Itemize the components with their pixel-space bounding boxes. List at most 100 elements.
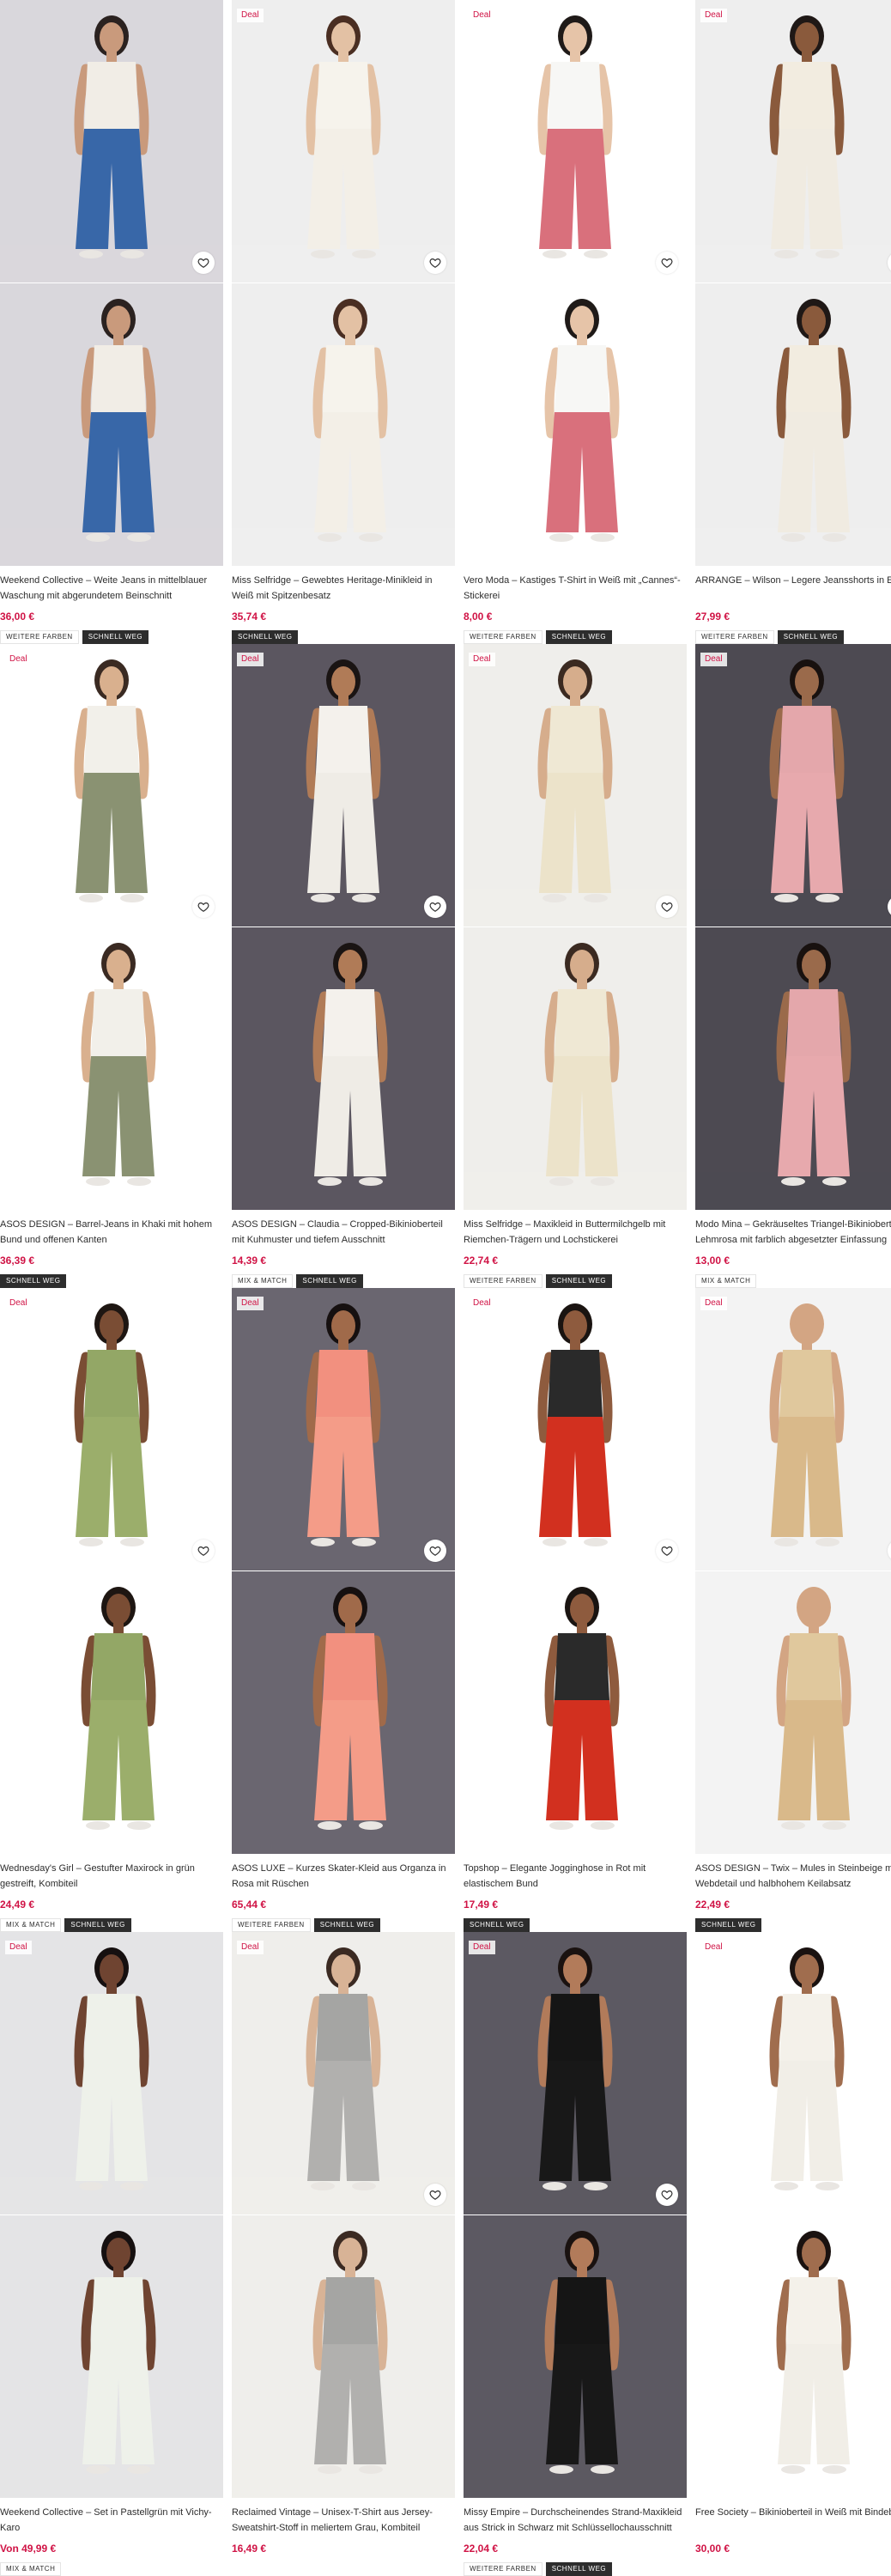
product-image[interactable]: Deal [695, 0, 891, 283]
product-image-alt[interactable] [695, 283, 891, 566]
product-card[interactable]: Deal Vero Moda – Kastiges T-Shirt in Weiß… [464, 0, 687, 644]
product-title[interactable]: Topshop – Elegante Jogginghose in Rot mi… [464, 1861, 687, 1892]
product-card[interactable]: Deal ARRANGE – Wilson – Legere Jeansshort… [695, 0, 891, 644]
selling-fast-badge: SCHNELL WEG [296, 1274, 363, 1288]
product-price: 27,99 € [695, 611, 730, 623]
product-image[interactable]: Deal [464, 1932, 687, 2215]
save-for-later-button[interactable] [192, 252, 215, 274]
product-card[interactable]: Deal ASOS DESIGN – Claudia – Cropped-Biki… [232, 644, 455, 1288]
product-image-alt[interactable] [464, 283, 687, 566]
product-title[interactable]: Missy Empire – Durchscheinendes Strand-M… [464, 2505, 687, 2536]
product-image-alt[interactable] [232, 283, 455, 566]
product-card[interactable]: Deal ASOS LUXE – Kurzes Skater-Kleid aus … [232, 1288, 455, 1932]
product-title[interactable]: Free Society – Bikinioberteil in Weiß mi… [695, 2505, 891, 2536]
product-title[interactable]: Weekend Collective – Weite Jeans in mitt… [0, 573, 223, 604]
product-tags: SCHNELL WEG [232, 628, 455, 644]
product-title[interactable]: ASOS DESIGN – Barrel-Jeans in Khaki mit … [0, 1217, 223, 1248]
product-image-alt[interactable] [695, 2215, 891, 2498]
product-title[interactable]: Reclaimed Vintage – Unisex-T-Shirt aus J… [232, 2505, 455, 2536]
save-for-later-button[interactable] [656, 896, 678, 918]
product-image[interactable]: Deal [464, 1288, 687, 1571]
save-for-later-button[interactable] [656, 1540, 678, 1562]
product-price: 36,00 € [0, 611, 35, 623]
product-image-alt[interactable] [464, 927, 687, 1210]
product-card[interactable]: Deal Weekend Collective – Set in Pastellg… [0, 1932, 223, 2576]
product-tags: SCHNELL WEG [695, 1916, 891, 1932]
selling-fast-badge: SCHNELL WEG [313, 1918, 381, 1932]
product-title[interactable]: Weekend Collective – Set in Pastellgrün … [0, 2505, 223, 2536]
save-for-later-button[interactable] [424, 1540, 446, 1562]
product-image-alt[interactable] [464, 2215, 687, 2498]
product-price: 13,00 € [695, 1255, 730, 1267]
save-for-later-button[interactable] [424, 896, 446, 918]
product-image-alt[interactable] [232, 2215, 455, 2498]
selling-fast-badge: SCHNELL WEG [777, 630, 845, 644]
product-image-alt[interactable] [695, 1571, 891, 1854]
product-price: 8,00 € [464, 611, 493, 623]
product-image-alt[interactable] [695, 927, 891, 1210]
product-title[interactable]: Modo Mina – Gekräuseltes Triangel-Bikini… [695, 1217, 891, 1248]
heart-icon [661, 1545, 673, 1557]
product-title[interactable]: ASOS LUXE – Kurzes Skater-Kleid aus Orga… [232, 1861, 455, 1892]
product-tags: MIX & MATCH SCHNELL WEG [232, 1272, 455, 1288]
save-for-later-button[interactable] [656, 252, 678, 274]
product-tags: WEITERE FARBEN SCHNELL WEG [695, 628, 891, 644]
product-title[interactable]: Miss Selfridge – Gewebtes Heritage-Minik… [232, 573, 455, 604]
product-tags: WEITERE FARBEN SCHNELL WEG [0, 628, 223, 644]
product-tags: SCHNELL WEG [0, 1272, 223, 1288]
product-image[interactable]: Deal [695, 644, 891, 927]
product-image-alt[interactable] [232, 1571, 455, 1854]
product-image-alt[interactable] [0, 1571, 223, 1854]
product-grid: Weekend Collective – Weite Jeans in mitt… [0, 0, 891, 2576]
save-for-later-button[interactable] [192, 1540, 215, 1562]
product-title[interactable]: Miss Selfridge – Maxikleid in Buttermilc… [464, 1217, 687, 1248]
product-card[interactable]: Deal Missy Empire – Durchscheinendes Stra… [464, 1932, 687, 2576]
product-card[interactable]: Deal Modo Mina – Gekräuseltes Triangel-Bi… [695, 644, 891, 1288]
product-card[interactable]: Deal Wednesday's Girl – Gestufter Maxiroc… [0, 1288, 223, 1932]
mix-match-badge: MIX & MATCH [0, 2562, 62, 2576]
save-for-later-button[interactable] [192, 896, 215, 918]
product-card[interactable]: Deal Topshop – Elegante Jogginghose in Ro… [464, 1288, 687, 1932]
save-for-later-button[interactable] [656, 2184, 678, 2206]
product-title[interactable]: ARRANGE – Wilson – Legere Jeansshorts in… [695, 573, 891, 604]
product-image[interactable]: Deal [0, 1932, 223, 2215]
product-image[interactable]: Deal [695, 1932, 891, 2215]
product-image[interactable]: Deal [0, 1288, 223, 1571]
product-image-alt[interactable] [232, 927, 455, 1210]
product-image[interactable]: Deal [232, 1932, 455, 2215]
product-image[interactable]: Deal [0, 644, 223, 927]
product-image[interactable]: Deal [695, 1288, 891, 1571]
save-for-later-button[interactable] [424, 252, 446, 274]
more-colours-badge: WEITERE FARBEN [464, 1274, 542, 1288]
product-image[interactable]: Deal [464, 644, 687, 927]
product-card[interactable]: Deal Miss Selfridge – Maxikleid in Butter… [464, 644, 687, 1288]
product-image[interactable]: Deal [464, 0, 687, 283]
product-image[interactable]: Deal [232, 0, 455, 283]
product-tags: SCHNELL WEG [464, 1916, 687, 1932]
product-title[interactable]: Wednesday's Girl – Gestufter Maxirock in… [0, 1861, 223, 1892]
product-title[interactable]: ASOS DESIGN – Twix – Mules in Steinbeige… [695, 1861, 891, 1892]
product-card[interactable]: Deal Miss Selfridge – Gewebtes Heritage-M… [232, 0, 455, 644]
product-image-alt[interactable] [0, 2215, 223, 2498]
save-for-later-button[interactable] [424, 2184, 446, 2206]
product-card[interactable]: Deal Reclaimed Vintage – Unisex-T-Shirt a… [232, 1932, 455, 2572]
product-price: 36,39 € [0, 1255, 35, 1267]
product-title[interactable]: Vero Moda – Kastiges T-Shirt in Weiß mit… [464, 573, 687, 604]
product-image-alt[interactable] [0, 927, 223, 1210]
heart-icon [429, 1545, 441, 1557]
product-card[interactable]: Weekend Collective – Weite Jeans in mitt… [0, 0, 223, 644]
product-image[interactable]: Deal [232, 644, 455, 927]
deal-badge: Deal [237, 1941, 264, 1954]
product-card[interactable]: Deal ASOS DESIGN – Twix – Mules in Steinb… [695, 1288, 891, 1932]
selling-fast-badge: SCHNELL WEG [695, 1918, 762, 1932]
product-card[interactable]: Deal ASOS DESIGN – Barrel-Jeans in Khaki … [0, 644, 223, 1288]
product-title[interactable]: ASOS DESIGN – Claudia – Cropped-Bikiniob… [232, 1217, 455, 1248]
product-image-alt[interactable] [0, 283, 223, 566]
heart-icon [197, 1545, 209, 1557]
selling-fast-badge: SCHNELL WEG [0, 1274, 67, 1288]
product-image[interactable] [0, 0, 223, 283]
product-image-alt[interactable] [464, 1571, 687, 1854]
product-image[interactable]: Deal [232, 1288, 455, 1571]
product-card[interactable]: Deal Free Society – Bikinioberteil in Wei… [695, 1932, 891, 2572]
deal-badge: Deal [237, 1297, 264, 1310]
